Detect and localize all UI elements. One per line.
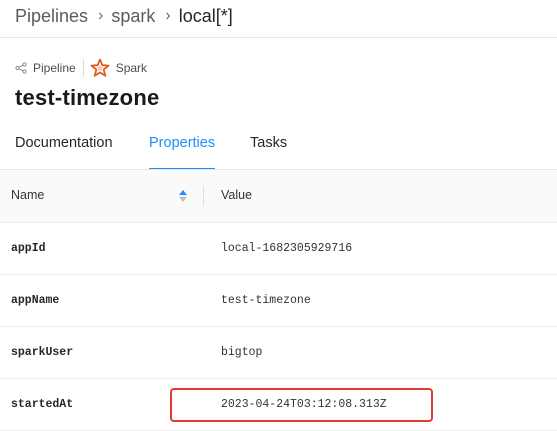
tab-label: Tasks — [250, 135, 288, 151]
properties-table: Name Value appId local-1682305929716 app… — [0, 170, 557, 431]
tab-documentation[interactable]: Documentation — [15, 128, 113, 168]
chevron-right-icon: › — [165, 7, 171, 24]
table-row: appId local-1682305929716 — [0, 223, 557, 275]
chevron-right-icon: › — [98, 7, 104, 24]
property-value: 2023-04-24T03:12:08.313Z — [221, 398, 387, 411]
entity-meta: Pipeline Spark — [15, 58, 147, 78]
property-key: appId — [11, 242, 46, 255]
column-header-name[interactable]: Name — [11, 188, 44, 202]
breadcrumb-pipelines-link[interactable]: Pipelines — [15, 6, 88, 27]
breadcrumb-current: local[*] — [178, 5, 233, 26]
breadcrumb-spark-link[interactable]: spark — [111, 6, 155, 27]
property-value: bigtop — [221, 346, 263, 359]
meta-divider — [82, 59, 84, 77]
tab-tasks[interactable]: Tasks — [250, 128, 287, 168]
breadcrumb: Pipelines › spark › local[*] — [15, 3, 233, 29]
property-key: startedAt — [11, 398, 74, 411]
property-key: appName — [11, 294, 60, 307]
column-header-value: Value — [221, 188, 253, 202]
property-value: local-1682305929716 — [221, 242, 353, 255]
table-row: sparkUser bigtop — [0, 327, 557, 379]
sort-up-down-icon[interactable] — [177, 188, 189, 204]
property-value: test-timezone — [221, 294, 311, 307]
header-divider — [0, 37, 557, 38]
tab-bar: Documentation Properties Tasks — [0, 128, 557, 170]
table-row: appName test-timezone — [0, 275, 557, 327]
column-divider — [203, 186, 204, 206]
table-header: Name Value — [0, 170, 557, 223]
spark-star-icon — [90, 58, 110, 78]
entity-type-label: Pipeline — [33, 61, 76, 75]
platform-label[interactable]: Spark — [116, 61, 147, 75]
tab-label: Properties — [149, 135, 216, 151]
table-row: startedAt 2023-04-24T03:12:08.313Z — [0, 379, 557, 431]
share-nodes-icon — [15, 62, 27, 74]
property-key: sparkUser — [11, 346, 74, 359]
tab-properties[interactable]: Properties — [149, 128, 216, 170]
page-title: test-timezone — [15, 85, 160, 110]
tab-label: Documentation — [15, 135, 113, 151]
